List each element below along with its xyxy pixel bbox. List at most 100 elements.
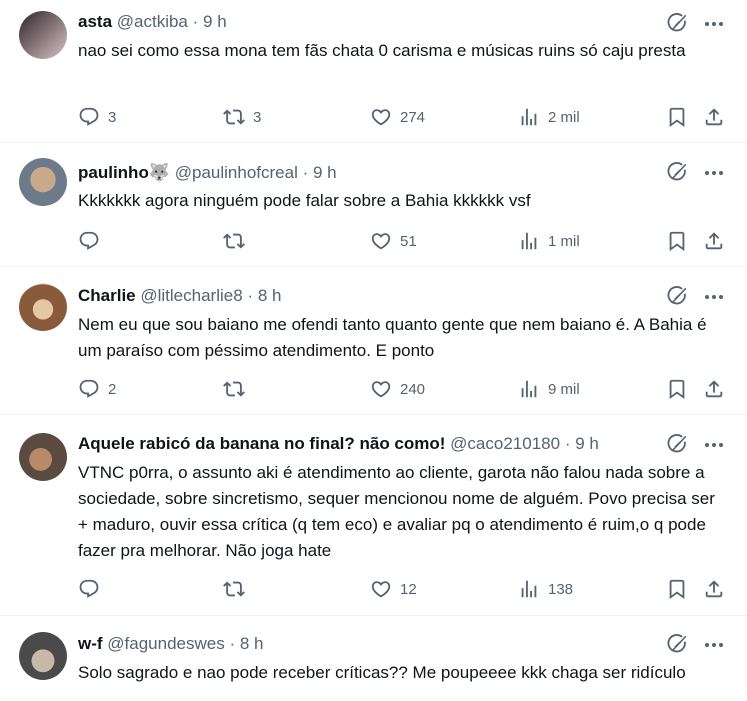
- more-icon[interactable]: [702, 161, 726, 185]
- author-name[interactable]: w-f: [78, 634, 103, 653]
- more-icon[interactable]: [702, 285, 726, 309]
- separator-dot: ·: [247, 286, 254, 305]
- like-button[interactable]: 51: [370, 227, 417, 255]
- like-count: 240: [400, 380, 426, 398]
- tweet-text: nao sei como essa mona tem fãs chata 0 c…: [78, 41, 686, 60]
- tweet-text: VTNC p0rra, o assunto aki é atendimento …: [78, 463, 715, 560]
- tweet-actions: 3 3 274 2 mil: [78, 103, 728, 131]
- reply-icon: [78, 378, 100, 400]
- heart-icon: [370, 230, 392, 252]
- reply-icon: [78, 230, 100, 252]
- like-button[interactable]: 274: [370, 103, 425, 131]
- timestamp[interactable]: 9 h: [203, 12, 227, 31]
- tweet-top-icons: [666, 633, 728, 657]
- views-button[interactable]: 2 mil: [518, 103, 580, 131]
- reply-count: 3: [108, 108, 117, 126]
- retweet-button[interactable]: [223, 227, 253, 255]
- separator-dot: ·: [192, 12, 199, 31]
- grok-icon[interactable]: [666, 12, 688, 34]
- bookmark-button[interactable]: [666, 227, 688, 255]
- views-button[interactable]: 9 mil: [518, 375, 580, 403]
- retweet-icon: [223, 578, 245, 600]
- avatar[interactable]: [19, 158, 67, 206]
- grok-icon[interactable]: [666, 633, 688, 655]
- timestamp[interactable]: 8 h: [258, 286, 282, 305]
- bookmark-button[interactable]: [666, 375, 688, 403]
- grok-icon[interactable]: [666, 285, 688, 307]
- tweet-header: Aquele rabicó da banana no final? não co…: [78, 432, 657, 456]
- share-icon: [703, 378, 725, 400]
- reply-button[interactable]: 2: [78, 375, 116, 403]
- reply-button[interactable]: [78, 575, 108, 603]
- heart-icon: [370, 378, 392, 400]
- views-icon: [518, 106, 540, 128]
- share-button[interactable]: [703, 227, 725, 255]
- bookmark-button[interactable]: [666, 575, 688, 603]
- retweet-button[interactable]: [223, 375, 253, 403]
- author-handle[interactable]: @caco210180: [450, 434, 560, 453]
- author-name[interactable]: asta: [78, 12, 112, 31]
- timestamp[interactable]: 9 h: [575, 434, 599, 453]
- avatar[interactable]: [19, 11, 67, 59]
- bookmark-icon: [666, 230, 688, 252]
- views-count: 138: [548, 580, 574, 598]
- tweet[interactable]: Charlie @litlecharlie8 · 8 h Nem eu que …: [0, 267, 747, 415]
- like-button[interactable]: 12: [370, 575, 417, 603]
- tweet-actions: 12 138: [78, 575, 728, 603]
- more-icon[interactable]: [702, 12, 726, 36]
- share-icon: [703, 578, 725, 600]
- separator-dot: ·: [564, 434, 571, 453]
- author-name[interactable]: Charlie: [78, 286, 136, 305]
- like-count: 274: [400, 108, 426, 126]
- author-name[interactable]: paulinho🐺: [78, 163, 170, 182]
- tweet-header: paulinho🐺 @paulinhofcreal · 9 h: [78, 161, 657, 185]
- bookmark-button[interactable]: [666, 103, 688, 131]
- tweet-text: Kkkkkkk agora ninguém pode falar sobre a…: [78, 191, 531, 210]
- share-button[interactable]: [703, 375, 725, 403]
- author-handle[interactable]: @actkiba: [117, 12, 188, 31]
- share-button[interactable]: [703, 103, 725, 131]
- tweet[interactable]: asta @actkiba · 9 h nao sei como essa mo…: [0, 0, 747, 143]
- tweet[interactable]: w-f @fagundeswes · 8 h Solo sagrado e na…: [0, 616, 747, 701]
- heart-icon: [370, 578, 392, 600]
- grok-icon[interactable]: [666, 433, 688, 455]
- bookmark-icon: [666, 106, 688, 128]
- author-handle[interactable]: @paulinhofcreal: [175, 163, 298, 182]
- tweet[interactable]: paulinho🐺 @paulinhofcreal · 9 h Kkkkkkk …: [0, 143, 747, 267]
- tweet-text: Nem eu que sou baiano me ofendi tanto qu…: [78, 315, 707, 360]
- avatar[interactable]: [19, 632, 67, 680]
- like-count: 12: [400, 580, 417, 598]
- retweet-icon: [223, 230, 245, 252]
- heart-icon: [370, 106, 392, 128]
- retweet-button[interactable]: [223, 575, 253, 603]
- more-icon[interactable]: [702, 633, 726, 657]
- avatar[interactable]: [19, 433, 67, 481]
- tweet-top-icons: [666, 285, 728, 309]
- retweet-icon: [223, 378, 245, 400]
- avatar[interactable]: [19, 283, 67, 331]
- share-button[interactable]: [703, 575, 725, 603]
- tweet-header: asta @actkiba · 9 h: [78, 10, 657, 34]
- timestamp[interactable]: 9 h: [313, 163, 337, 182]
- views-count: 2 mil: [548, 108, 580, 126]
- tweet-actions: 51 1 mil: [78, 227, 728, 255]
- reply-count: 2: [108, 380, 117, 398]
- tweet-actions: 2 240 9 mil: [78, 375, 728, 403]
- timestamp[interactable]: 8 h: [240, 634, 264, 653]
- views-count: 1 mil: [548, 232, 580, 250]
- views-button[interactable]: 1 mil: [518, 227, 580, 255]
- reply-button[interactable]: 3: [78, 103, 116, 131]
- separator-dot: ·: [229, 634, 236, 653]
- like-button[interactable]: 240: [370, 375, 425, 403]
- retweet-button[interactable]: 3: [223, 103, 261, 131]
- share-icon: [703, 230, 725, 252]
- grok-icon[interactable]: [666, 161, 688, 183]
- author-name[interactable]: Aquele rabicó da banana no final? não co…: [78, 434, 445, 453]
- bookmark-icon: [666, 578, 688, 600]
- reply-button[interactable]: [78, 227, 108, 255]
- author-handle[interactable]: @litlecharlie8: [140, 286, 242, 305]
- tweet[interactable]: Aquele rabicó da banana no final? não co…: [0, 415, 747, 616]
- author-handle[interactable]: @fagundeswes: [107, 634, 224, 653]
- more-icon[interactable]: [702, 433, 726, 457]
- views-button[interactable]: 138: [518, 575, 573, 603]
